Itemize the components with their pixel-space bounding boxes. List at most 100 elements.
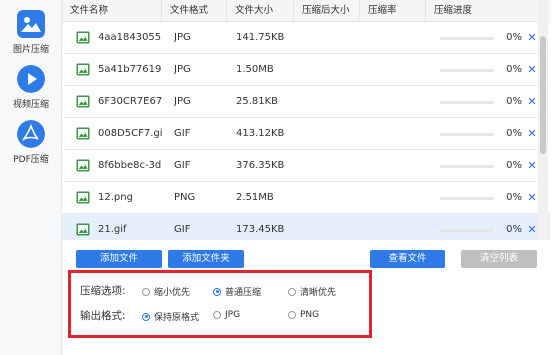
file-format: JPG <box>174 96 191 107</box>
file-format: PNG <box>174 192 196 203</box>
pdf-icon <box>17 120 45 148</box>
progress-percent: 0% <box>506 64 522 75</box>
file-size: 141.75KB <box>236 32 285 43</box>
remove-icon[interactable]: ✕ <box>526 118 538 150</box>
add-folder-button[interactable]: 添加文件夹 <box>168 250 244 268</box>
progress-bar <box>440 37 494 40</box>
column-header-progress[interactable]: 压缩进度 <box>426 0 550 22</box>
sidebar: 图片压缩 视频压缩 PDF压缩 <box>0 0 62 355</box>
file-name: 4aa18430557... <box>98 32 162 43</box>
remove-icon[interactable]: ✕ <box>526 54 538 86</box>
file-name: 008D5CF7.gif <box>98 128 162 139</box>
image-file-icon <box>76 63 90 76</box>
file-format: GIF <box>174 128 191 139</box>
progress-bar <box>440 197 494 200</box>
nav-item-pdf-compress[interactable]: PDF压缩 <box>0 120 62 165</box>
remove-icon[interactable]: ✕ <box>526 22 538 54</box>
nav-label: 图片压缩 <box>12 45 49 55</box>
file-size: 413.12KB <box>236 128 285 139</box>
remove-icon[interactable]: ✕ <box>526 86 538 118</box>
table-row[interactable]: 4aa18430557... JPG 141.75KB 0% ✕ <box>62 22 550 54</box>
remove-icon[interactable]: ✕ <box>526 214 538 240</box>
table-row[interactable]: 008D5CF7.gif GIF 413.12KB 0% ✕ <box>62 118 550 150</box>
radio-label: PNG <box>300 310 320 320</box>
radio-circle <box>142 287 150 296</box>
file-name: 21.gif <box>98 224 127 235</box>
output-format-label: 输出格式: <box>80 310 126 322</box>
file-size: 376.35KB <box>236 160 285 171</box>
file-size: 173.45KB <box>236 224 285 235</box>
image-file-icon <box>76 95 90 108</box>
column-header-format[interactable]: 文件格式 <box>162 0 227 22</box>
progress-percent: 0% <box>506 224 522 235</box>
progress-percent: 0% <box>506 160 522 171</box>
file-name: 6F30CR7E672... <box>98 96 162 107</box>
clear-list-button[interactable]: 清空列表 <box>461 250 537 268</box>
radio-circle-checked <box>213 287 221 296</box>
progress-percent: 0% <box>506 192 522 203</box>
image-file-icon <box>76 159 90 172</box>
progress-percent: 0% <box>506 96 522 107</box>
radio-circle <box>288 311 296 319</box>
column-header-compressed-size[interactable]: 压缩后大小 <box>294 0 360 22</box>
radio-compress-smallest[interactable]: 缩小优先 <box>142 285 190 298</box>
file-size: 2.51MB <box>236 192 274 203</box>
image-icon <box>17 10 45 38</box>
nav-item-image-compress[interactable]: 图片压缩 <box>0 10 62 55</box>
table-row[interactable]: 6F30CR7E672... JPG 25.81KB 0% ✕ <box>62 86 550 118</box>
image-file-icon <box>76 223 90 236</box>
add-file-button[interactable]: 添加文件 <box>76 250 162 268</box>
file-format: GIF <box>174 224 191 235</box>
radio-compress-clarity[interactable]: 清晰优先 <box>288 285 336 298</box>
radio-label: 保持原格式 <box>154 313 200 323</box>
column-header-ratio[interactable]: 压缩率 <box>360 0 426 22</box>
radio-label: 普通压缩 <box>225 288 262 298</box>
progress-bar <box>440 165 494 168</box>
nav-label: 视频压缩 <box>12 100 49 110</box>
table-header: 文件名称 文件格式 文件大小 压缩后大小 压缩率 压缩进度 <box>62 0 550 22</box>
radio-label: JPG <box>225 310 241 320</box>
compress-options-label: 压缩选项: <box>80 285 126 297</box>
file-name: 12.png <box>98 192 133 203</box>
file-format: JPG <box>174 64 191 75</box>
image-file-icon <box>76 191 90 204</box>
file-size: 25.81KB <box>236 96 279 107</box>
table-row[interactable]: 21.gif GIF 173.45KB 0% ✕ <box>62 214 550 240</box>
radio-output-png[interactable]: PNG <box>288 310 319 320</box>
view-files-button[interactable]: 查看文件 <box>370 250 445 268</box>
file-name: 8f6bbe8c-3d... <box>98 160 162 171</box>
progress-percent: 0% <box>506 32 522 43</box>
file-format: GIF <box>174 160 191 171</box>
radio-label: 缩小优先 <box>154 288 191 298</box>
scrollbar[interactable] <box>538 0 548 240</box>
remove-icon[interactable]: ✕ <box>526 150 538 182</box>
progress-percent: 0% <box>506 128 522 139</box>
remove-icon[interactable]: ✕ <box>526 182 538 214</box>
file-table: 文件名称 文件格式 文件大小 压缩后大小 压缩率 压缩进度 4aa1843055… <box>62 0 550 240</box>
file-format: JPG <box>174 32 191 43</box>
radio-circle-checked <box>142 312 150 321</box>
radio-output-keep-format[interactable]: 保持原格式 <box>142 310 199 323</box>
column-header-name[interactable]: 文件名称 <box>62 0 162 22</box>
file-size: 1.50MB <box>236 64 274 75</box>
table-row[interactable]: 12.png PNG 2.51MB 0% ✕ <box>62 182 550 214</box>
scroll-thumb[interactable] <box>540 36 546 154</box>
nav-label: PDF压缩 <box>13 155 49 165</box>
progress-bar <box>440 69 494 72</box>
radio-label: 清晰优先 <box>300 288 337 298</box>
nav-item-video-compress[interactable]: 视频压缩 <box>0 65 62 110</box>
play-icon <box>17 65 45 93</box>
progress-bar <box>440 133 494 136</box>
radio-output-jpg[interactable]: JPG <box>213 310 240 320</box>
options-panel: 压缩选项: 缩小优先 普通压缩 清晰优先 输出格式: 保持原格式 JPG PNG <box>68 270 372 338</box>
radio-circle <box>288 287 296 296</box>
image-file-icon <box>76 127 90 140</box>
progress-bar <box>440 229 494 232</box>
radio-circle <box>213 311 221 319</box>
column-header-size[interactable]: 文件大小 <box>227 0 294 22</box>
image-file-icon <box>76 31 90 44</box>
table-row[interactable]: 5a41b776197... JPG 1.50MB 0% ✕ <box>62 54 550 86</box>
radio-compress-normal[interactable]: 普通压缩 <box>213 285 261 298</box>
table-row[interactable]: 8f6bbe8c-3d... GIF 376.35KB 0% ✕ <box>62 150 550 182</box>
file-name: 5a41b776197... <box>98 64 162 75</box>
